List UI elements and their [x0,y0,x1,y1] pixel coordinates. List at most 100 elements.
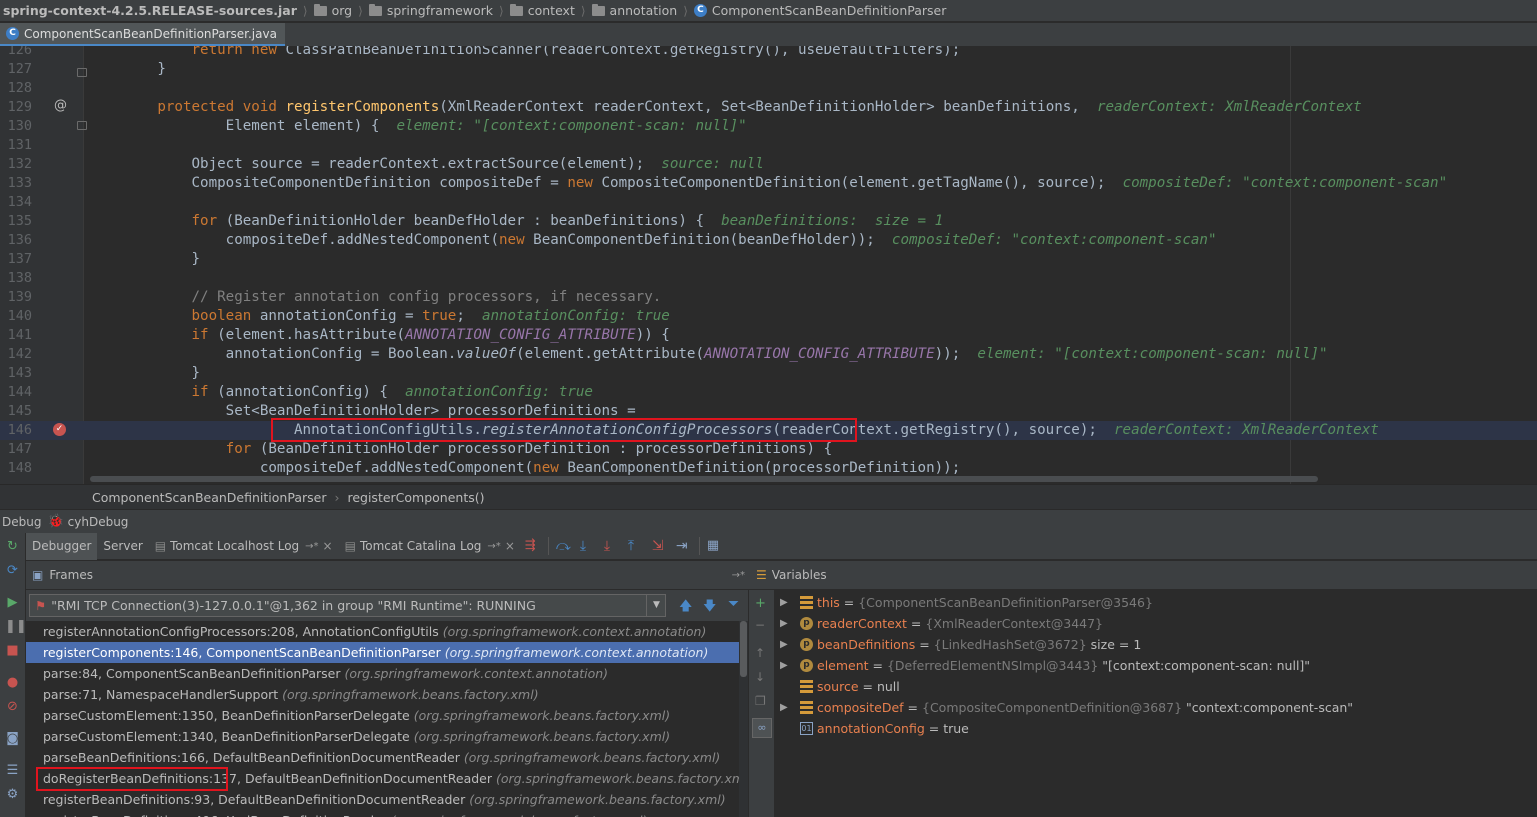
tab-tomcat-catalina-log[interactable]: ▤ Tomcat Catalina Log →* × [339,533,521,560]
close-icon[interactable]: × [505,539,515,553]
resume-icon[interactable]: ▶ [5,596,20,610]
code-line[interactable]: 134 [0,193,1537,212]
settings-gear-icon[interactable]: ⚙ [5,788,20,802]
code-line[interactable]: 132 Object source = readerContext.extrac… [0,155,1537,174]
restart-icon[interactable]: ⟳ [5,564,20,578]
code-line[interactable]: 129 protected void registerComponents(Xm… [0,98,1537,117]
evaluate-expression-icon[interactable]: ▦ [707,538,723,554]
editor-breadcrumb-class[interactable]: ComponentScanBeanDefinitionParser [92,490,326,505]
nav-class[interactable]: C ComponentScanBeanDefinitionParser [690,0,950,21]
step-over-icon[interactable]: ⤼ [556,538,572,554]
editor-horizontal-scrollbar[interactable] [90,476,1318,482]
debug-config-name[interactable]: cyhDebug [68,515,129,529]
nav-package-annotation[interactable]: annotation [588,0,682,21]
arrow-up-icon[interactable]: 🡅 [679,597,692,619]
nav-package-springframework[interactable]: springframework [365,0,497,21]
variable-row[interactable]: source = null [776,676,1537,697]
frame-row[interactable]: registerAnnotationConfigProcessors:208, … [26,621,748,642]
force-step-into-icon[interactable]: ⤓ [604,538,620,554]
fold-marker-icon[interactable] [77,68,87,77]
tab-label: Tomcat Catalina Log [359,539,482,553]
frame-row[interactable]: parseCustomElement:1350, BeanDefinitionP… [26,705,748,726]
frame-row[interactable]: registerBeanDefinitions:93, DefaultBeanD… [26,789,748,810]
chevron-down-icon[interactable]: ▼ [646,594,666,617]
editor-breadcrumb-method[interactable]: registerComponents() [347,490,484,505]
pin-icon[interactable]: →* [305,541,318,552]
code-line[interactable]: 126 return new ClassPathBeanDefinitionSc… [0,46,1537,60]
tab-debugger[interactable]: Debugger [26,532,98,560]
variable-row[interactable]: ▶ p beanDefinitions = {LinkedHashSet@3672}… [776,634,1537,655]
variables-list[interactable]: ▶ this = {ComponentScanBeanDefinitionPars… [776,590,1537,817]
arrow-down-icon[interactable]: 🡇 [703,597,716,619]
tab-tomcat-localhost-log[interactable]: ▤ Tomcat Localhost Log →* × [149,533,339,560]
code-line[interactable]: 137 } [0,250,1537,269]
show-execution-point-icon[interactable]: ⇶ [525,538,541,554]
code-line[interactable]: 130 Element element) { element: "[contex… [0,117,1537,136]
layout-icon[interactable]: ☰ [5,764,20,778]
copy-icon[interactable]: ❐ [755,694,766,708]
step-into-icon[interactable]: ⤓ [580,538,596,554]
variable-row[interactable]: ▶ p readerContext = {XmlReaderContext@3447… [776,613,1537,634]
code-line[interactable]: 141 if (element.hasAttribute(ANNOTATION_… [0,326,1537,345]
frame-row[interactable]: registerBeanDefinitions:496, XmlBeanDefi… [26,810,748,817]
camera-icon[interactable]: ◙ [5,732,20,746]
thread-selector[interactable]: ⚑ "RMI TCP Connection(3)-127.0.0.1"@1,36… [29,594,666,617]
pin-icon[interactable]: →* [732,570,745,581]
frames-scrollbar-thumb[interactable] [740,621,747,677]
mute-breakpoints-icon[interactable]: ⊘ [5,700,20,714]
move-up-icon[interactable]: ↑ [755,646,765,660]
show-watches-toggle-icon[interactable]: ∞ [752,718,772,738]
new-watch-icon[interactable]: + [755,596,766,611]
code-line[interactable]: 142 annotationConfig = Boolean.valueOf(e… [0,345,1537,364]
filter-icon[interactable]: ⏷ [728,596,739,612]
nav-package-org[interactable]: org [310,0,357,21]
tab-server[interactable]: Server [97,533,148,560]
frame-row[interactable]: parse:71, NamespaceHandlerSupport (org.s… [26,684,748,705]
code-line[interactable]: 133 CompositeComponentDefinition composi… [0,174,1537,193]
close-icon[interactable]: × [323,539,333,553]
variable-row[interactable]: ▶ p element = {DeferredElementNSImpl@3443}… [776,655,1537,676]
code-line[interactable]: 128 [0,79,1537,98]
expand-arrow-icon[interactable]: ▶ [780,655,788,676]
remove-watch-icon[interactable]: − [755,618,765,632]
frame-row[interactable]: parseBeanDefinitions:166, DefaultBeanDef… [26,747,748,768]
code-line[interactable]: 147 for (BeanDefinitionHolder processorD… [0,440,1537,459]
code-line[interactable]: 140 boolean annotationConfig = true; ann… [0,307,1537,326]
pin-icon[interactable]: →* [487,541,500,552]
frame-row[interactable]: parseCustomElement:1340, BeanDefinitionP… [26,726,748,747]
view-breakpoints-icon[interactable]: ● [5,676,20,690]
expand-arrow-icon[interactable]: ▶ [780,592,788,613]
nav-jar[interactable]: spring-context-4.2.5.RELEASE-sources.jar [0,0,301,21]
pause-icon[interactable]: ❚❚ [5,620,27,634]
code-editor[interactable]: 126 return new ClassPathBeanDefinitionSc… [0,46,1537,484]
frame-row[interactable]: parse:84, ComponentScanBeanDefinitionPar… [26,663,748,684]
annotation-at-icon[interactable]: @ [54,98,67,113]
variable-row[interactable]: ▶ compositeDef = {CompositeComponentDefin… [776,697,1537,718]
rerun-icon[interactable]: ↻ [5,540,20,554]
expand-arrow-icon[interactable]: ▶ [780,613,788,634]
variables-side-toolbar: + − ↑ ↓ ❐ ∞ [748,590,775,817]
move-down-icon[interactable]: ↓ [755,670,765,684]
fold-marker-icon[interactable] [77,121,87,130]
code-line[interactable]: 143 } [0,364,1537,383]
code-line[interactable]: 144 if (annotationConfig) { annotationCo… [0,383,1537,402]
expand-arrow-icon[interactable]: ▶ [780,697,788,718]
code-line[interactable]: 135 for (BeanDefinitionHolder beanDefHol… [0,212,1537,231]
drop-frame-icon[interactable]: ⇲ [652,538,668,554]
variable-row[interactable]: ▶ this = {ComponentScanBeanDefinitionPars… [776,592,1537,613]
breakpoint-icon[interactable]: ✓ [53,423,66,436]
code-text: if (annotationConfig) { annotationConfig… [191,384,593,400]
frame-row[interactable]: registerComponents:146, ComponentScanBea… [26,642,748,663]
variable-row[interactable]: 01 annotationConfig = true [776,718,1537,739]
run-to-cursor-icon[interactable]: ⇥ [676,538,692,554]
code-line[interactable]: 136 compositeDef.addNestedComponent(new … [0,231,1537,250]
stop-icon[interactable]: ■ [5,644,20,658]
editor-tab-file[interactable]: C ComponentScanBeanDefinitionParser.java [0,23,285,46]
code-line[interactable]: 138 [0,269,1537,288]
nav-package-context[interactable]: context [506,0,579,21]
code-line[interactable]: 127 } [0,60,1537,79]
step-out-icon[interactable]: ⤒ [628,538,644,554]
code-line[interactable]: 131 [0,136,1537,155]
code-line[interactable]: 139 // Register annotation config proces… [0,288,1537,307]
expand-arrow-icon[interactable]: ▶ [780,634,788,655]
